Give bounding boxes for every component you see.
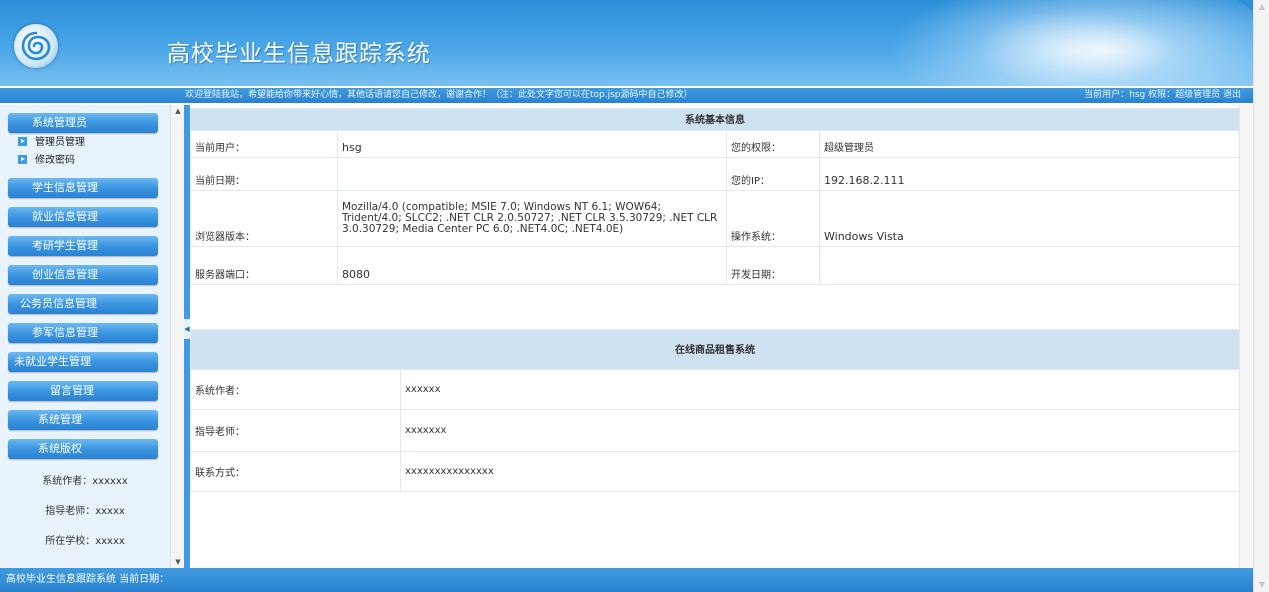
sidebar-item-unemployed[interactable]: 未就业学生管理 bbox=[8, 352, 158, 372]
sidebar-item-system-management[interactable]: 系统管理 bbox=[8, 410, 158, 430]
top-info-bar: 欢迎登陆我站，希望能给你带来好心情，其他话语请您自己修改，谢谢合作！（注：此处文… bbox=[0, 88, 1253, 103]
system-info-table: 在线商品租售系统 系统作者： xxxxxx 指导老师： xxxxxxx 联系方式… bbox=[190, 329, 1240, 492]
sidebar-item-change-password[interactable]: 修改密码 bbox=[18, 154, 75, 168]
dev-date-label: 开发日期： bbox=[726, 246, 820, 285]
browser-label: 浏览器版本： bbox=[190, 190, 338, 247]
user-info-logout[interactable]: 当前用户：hsg 权限：超级管理员 退出 bbox=[1084, 88, 1241, 103]
triangle-bullet-icon bbox=[18, 137, 27, 146]
current-date-value bbox=[337, 157, 727, 191]
header-banner: 高校毕业生信息跟踪系统 bbox=[0, 0, 1253, 86]
site-title: 高校毕业生信息跟踪系统 bbox=[167, 41, 431, 67]
scroll-down-icon[interactable]: ▼ bbox=[171, 556, 185, 568]
page-scrollbar[interactable]: ▲ ▼ bbox=[1253, 0, 1269, 592]
port-value: 8080 bbox=[337, 246, 727, 285]
current-user-label: 当前用户： bbox=[190, 130, 338, 158]
main-content: 系统基本信息 当前用户： hsg 您的权限： 超级管理员 当前日期： 您的IP：… bbox=[190, 105, 1253, 568]
sidebar-item-admin-management[interactable]: 管理员管理 bbox=[18, 136, 85, 150]
teacher-value: xxxxxxx bbox=[400, 409, 1240, 452]
current-user-value: hsg bbox=[337, 130, 727, 158]
port-label: 服务器端口： bbox=[190, 246, 338, 285]
sidebar-item-civil-servant[interactable]: 公务员信息管理 bbox=[8, 294, 158, 314]
credit-teacher: 指导老师：xxxxx bbox=[45, 506, 125, 517]
scroll-up-icon[interactable]: ▲ bbox=[1254, 0, 1269, 14]
footer-bar: 高校毕业生信息跟踪系统 当前日期： bbox=[0, 568, 1253, 592]
basic-info-table: 系统基本信息 当前用户： hsg 您的权限： 超级管理员 当前日期： 您的IP：… bbox=[190, 108, 1240, 285]
ip-value: 192.168.2.111 bbox=[819, 157, 1240, 191]
sidebar-item-postgrad[interactable]: 考研学生管理 bbox=[8, 236, 158, 256]
sidebar-item-label: 系统版权 bbox=[38, 442, 82, 455]
scroll-down-icon[interactable]: ▼ bbox=[1254, 578, 1269, 592]
sidebar-item-startup-info[interactable]: 创业信息管理 bbox=[8, 265, 158, 285]
sidebar-group-system-admin[interactable]: 系统管理员 bbox=[8, 113, 158, 133]
credit-school: 所在学校：xxxxx bbox=[45, 536, 125, 547]
sidebar-item-label: 学生信息管理 bbox=[32, 181, 98, 194]
ip-label: 您的IP： bbox=[726, 157, 820, 191]
sidebar-item-label: 参军信息管理 bbox=[32, 326, 98, 339]
triangle-bullet-icon bbox=[18, 155, 27, 164]
footer-text: 高校毕业生信息跟踪系统 当前日期： bbox=[6, 574, 170, 585]
permission-label: 您的权限： bbox=[726, 130, 820, 158]
sidebar-item-military[interactable]: 参军信息管理 bbox=[8, 323, 158, 343]
sidebar-item-employment-info[interactable]: 就业信息管理 bbox=[8, 207, 158, 227]
scroll-up-icon[interactable]: ▲ bbox=[171, 105, 185, 117]
os-value: Windows Vista bbox=[819, 190, 1240, 247]
dev-date-value bbox=[819, 246, 1240, 285]
sidebar-item-label: 考研学生管理 bbox=[32, 239, 98, 252]
author-label: 系统作者： bbox=[190, 369, 401, 410]
browser-value: Mozilla/4.0 (compatible; MSIE 7.0; Windo… bbox=[337, 190, 727, 247]
logo-icon bbox=[14, 24, 58, 68]
sidebar-item-label: 公务员信息管理 bbox=[20, 297, 97, 310]
sidebar-item-messages[interactable]: 留言管理 bbox=[8, 381, 158, 401]
sidebar-group-label: 系统管理员 bbox=[32, 116, 87, 129]
sidebar-item-label: 修改密码 bbox=[35, 155, 75, 166]
contact-label: 联系方式： bbox=[190, 451, 401, 492]
sidebar-scrollbar[interactable]: ▲ ▼ bbox=[170, 105, 185, 568]
teacher-label: 指导老师： bbox=[190, 409, 401, 452]
author-value: xxxxxx bbox=[400, 369, 1240, 410]
sidebar-item-label: 就业信息管理 bbox=[32, 210, 98, 223]
sidebar-item-label: 未就业学生管理 bbox=[14, 355, 91, 368]
sidebar: 系统管理员 管理员管理 修改密码 学生信息管理 就业信息管理 考研学生管理 创业… bbox=[0, 105, 170, 568]
sidebar-item-label: 管理员管理 bbox=[35, 137, 85, 148]
permission-value: 超级管理员 bbox=[819, 130, 1240, 158]
sidebar-item-label: 留言管理 bbox=[50, 384, 94, 397]
contact-value: xxxxxxxxxxxxxxx bbox=[400, 451, 1240, 492]
sidebar-item-label: 创业信息管理 bbox=[32, 268, 98, 281]
banner-decoration-glow bbox=[973, 10, 1173, 86]
sidebar-item-student-info[interactable]: 学生信息管理 bbox=[8, 178, 158, 198]
sidebar-item-copyright[interactable]: 系统版权 bbox=[8, 439, 158, 459]
basic-info-title: 系统基本信息 bbox=[190, 108, 1240, 131]
current-date-label: 当前日期： bbox=[190, 157, 338, 191]
credit-author: 系统作者：xxxxxx bbox=[42, 476, 128, 487]
welcome-message: 欢迎登陆我站，希望能给你带来好心情，其他话语请您自己修改，谢谢合作！（注：此处文… bbox=[185, 90, 693, 100]
content-scrollbar[interactable] bbox=[1239, 105, 1254, 568]
sidebar-item-label: 系统管理 bbox=[38, 413, 82, 426]
system-info-title: 在线商品租售系统 bbox=[190, 329, 1240, 370]
os-label: 操作系统： bbox=[726, 190, 820, 247]
